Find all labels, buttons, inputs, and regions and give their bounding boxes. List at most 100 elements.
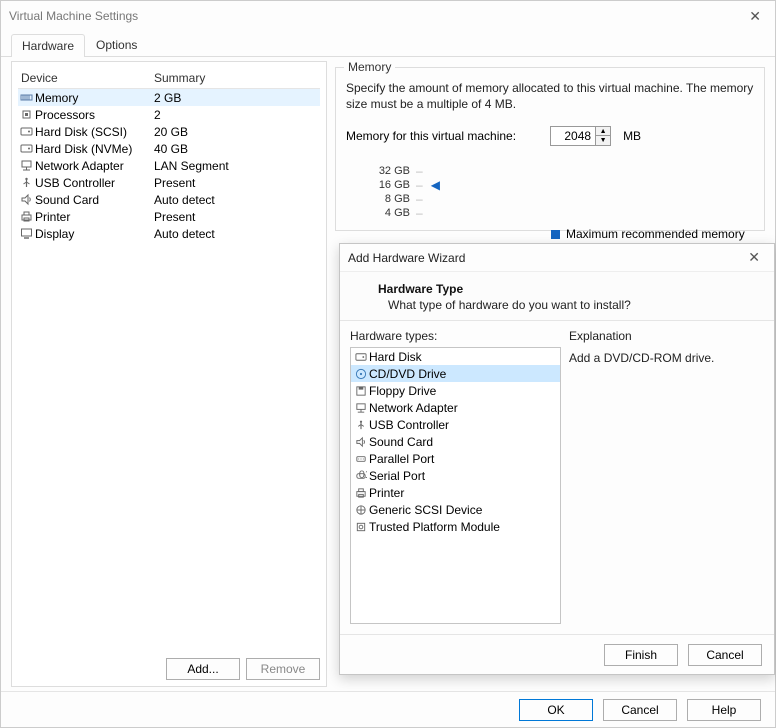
- device-rows: Memory2 GBProcessors2Hard Disk (SCSI)20 …: [18, 89, 320, 652]
- device-row[interactable]: Memory2 GB: [18, 89, 320, 106]
- hardware-item-label: Hard Disk: [369, 350, 422, 364]
- hardware-item[interactable]: Generic SCSI Device: [351, 501, 560, 518]
- wizard-cancel-button[interactable]: Cancel: [688, 644, 762, 666]
- hardware-item-label: Sound Card: [369, 435, 433, 449]
- memory-icon: [18, 91, 34, 105]
- wizard-subheading: What type of hardware do you want to ins…: [388, 298, 754, 312]
- device-summary: Present: [154, 176, 320, 190]
- device-name: Memory: [35, 91, 154, 105]
- network-icon: [353, 401, 369, 415]
- cd-icon: [353, 367, 369, 381]
- close-icon[interactable]: ✕: [742, 247, 766, 268]
- device-name: Sound Card: [35, 193, 154, 207]
- device-name: USB Controller: [35, 176, 154, 190]
- device-name: Hard Disk (NVMe): [35, 142, 154, 156]
- hdd-icon: [18, 142, 34, 156]
- hardware-item[interactable]: Trusted Platform Module: [351, 518, 560, 535]
- hardware-item[interactable]: Sound Card: [351, 433, 560, 450]
- printer-icon: [353, 486, 369, 500]
- scale-tick: 32 GB: [374, 165, 410, 177]
- device-panel: Device Summary Memory2 GBProcessors2Hard…: [11, 61, 327, 687]
- wizard-titlebar: Add Hardware Wizard ✕: [340, 244, 774, 272]
- memory-scale: 32 GB– 16 GB–◀ 8 GB– 4 GB–: [374, 164, 754, 220]
- device-row[interactable]: DisplayAuto detect: [18, 225, 320, 242]
- explanation-text: Add a DVD/CD-ROM drive.: [569, 351, 764, 365]
- device-summary: 2: [154, 108, 320, 122]
- device-summary: 40 GB: [154, 142, 320, 156]
- remove-button[interactable]: Remove: [246, 658, 320, 680]
- hardware-item[interactable]: Parallel Port: [351, 450, 560, 467]
- sound-icon: [18, 193, 34, 207]
- device-name: Processors: [35, 108, 154, 122]
- cpu-icon: [18, 108, 34, 122]
- column-header-summary[interactable]: Summary: [154, 71, 320, 85]
- tab-hardware[interactable]: Hardware: [11, 34, 85, 57]
- device-summary: Auto detect: [154, 193, 320, 207]
- device-list-header: Device Summary: [18, 68, 320, 89]
- tabs-row: Hardware Options: [1, 31, 775, 57]
- add-hardware-wizard: Add Hardware Wizard ✕ Hardware Type What…: [339, 243, 775, 675]
- scsi-icon: [353, 503, 369, 517]
- wizard-heading: Hardware Type: [378, 282, 754, 296]
- device-row[interactable]: Sound CardAuto detect: [18, 191, 320, 208]
- window-title: Virtual Machine Settings: [9, 9, 743, 23]
- scale-tick: 8 GB: [374, 193, 410, 205]
- hardware-item[interactable]: Floppy Drive: [351, 382, 560, 399]
- column-header-device[interactable]: Device: [18, 71, 154, 85]
- hardware-item-label: Generic SCSI Device: [369, 503, 482, 517]
- ok-button[interactable]: OK: [519, 699, 593, 721]
- wizard-footer: Finish Cancel: [340, 634, 774, 674]
- hardware-types-list[interactable]: Hard Disk CD/DVD Drive Floppy Drive Network…: [350, 347, 561, 624]
- device-row[interactable]: Processors2: [18, 106, 320, 123]
- device-row[interactable]: Hard Disk (SCSI)20 GB: [18, 123, 320, 140]
- hardware-item[interactable]: Serial Port: [351, 467, 560, 484]
- printer-icon: [18, 210, 34, 224]
- memory-marker-icon: ◀: [431, 178, 440, 192]
- tab-options[interactable]: Options: [85, 33, 148, 56]
- scale-tick: 4 GB: [374, 207, 410, 219]
- sound-icon: [353, 435, 369, 449]
- network-icon: [18, 159, 34, 173]
- hardware-item-label: Network Adapter: [369, 401, 458, 415]
- hardware-item-label: CD/DVD Drive: [369, 367, 446, 381]
- hardware-item-label: Printer: [369, 486, 404, 500]
- hardware-item-label: Serial Port: [369, 469, 425, 483]
- hardware-item[interactable]: USB Controller: [351, 416, 560, 433]
- serial-icon: [353, 469, 369, 483]
- hardware-item-label: Trusted Platform Module: [369, 520, 500, 534]
- spinner-up-icon[interactable]: ▲: [596, 127, 610, 136]
- close-icon[interactable]: ✕: [743, 6, 767, 27]
- hardware-item-label: Parallel Port: [369, 452, 434, 466]
- hardware-item[interactable]: CD/DVD Drive: [351, 365, 560, 382]
- add-button[interactable]: Add...: [166, 658, 240, 680]
- memory-spinner[interactable]: ▲▼: [596, 126, 611, 146]
- main-footer: OK Cancel Help: [1, 691, 775, 727]
- device-summary: 2 GB: [154, 91, 320, 105]
- explanation-label: Explanation: [569, 329, 764, 343]
- memory-group-label: Memory: [344, 60, 395, 74]
- tpm-icon: [353, 520, 369, 534]
- device-row[interactable]: Hard Disk (NVMe)40 GB: [18, 140, 320, 157]
- device-summary: Auto detect: [154, 227, 320, 241]
- device-row[interactable]: PrinterPresent: [18, 208, 320, 225]
- hardware-item[interactable]: Printer: [351, 484, 560, 501]
- hardware-item-label: Floppy Drive: [369, 384, 436, 398]
- usb-icon: [18, 176, 34, 190]
- usb-icon: [353, 418, 369, 432]
- cancel-button[interactable]: Cancel: [603, 699, 677, 721]
- memory-input-label: Memory for this virtual machine:: [346, 129, 516, 143]
- device-row[interactable]: USB ControllerPresent: [18, 174, 320, 191]
- device-summary: 20 GB: [154, 125, 320, 139]
- hardware-item[interactable]: Network Adapter: [351, 399, 560, 416]
- finish-button[interactable]: Finish: [604, 644, 678, 666]
- help-button[interactable]: Help: [687, 699, 761, 721]
- scale-tick: 16 GB: [374, 179, 410, 191]
- legend-swatch-icon: [551, 230, 560, 239]
- memory-description: Specify the amount of memory allocated t…: [346, 80, 754, 112]
- device-row[interactable]: Network AdapterLAN Segment: [18, 157, 320, 174]
- spinner-down-icon[interactable]: ▼: [596, 136, 610, 145]
- hardware-item[interactable]: Hard Disk: [351, 348, 560, 365]
- memory-input[interactable]: [550, 126, 596, 146]
- wizard-title: Add Hardware Wizard: [348, 251, 742, 265]
- device-name: Display: [35, 227, 154, 241]
